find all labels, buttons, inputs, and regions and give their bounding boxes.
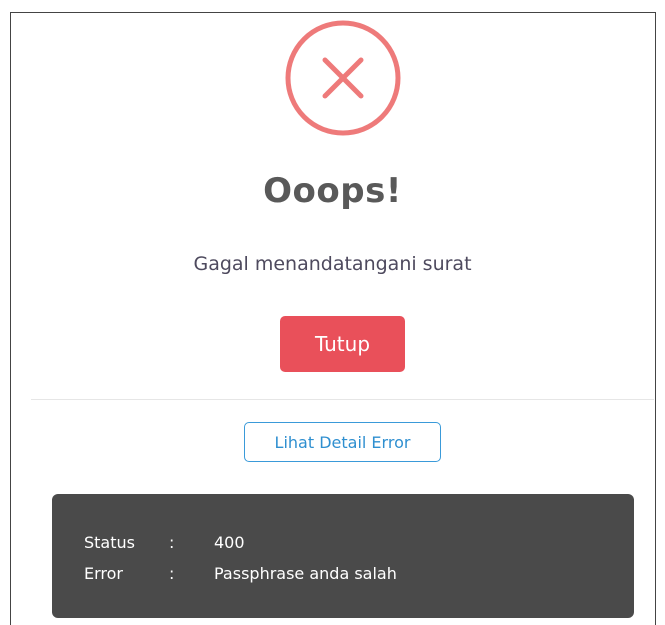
status-separator: : xyxy=(169,533,175,552)
view-error-detail-button[interactable]: Lihat Detail Error xyxy=(244,422,441,462)
close-circle-icon xyxy=(285,20,401,136)
divider xyxy=(31,399,654,400)
status-value: 400 xyxy=(214,533,245,552)
dialog-message: Gagal menandatangani surat xyxy=(193,253,472,275)
error-value: Passphrase anda salah xyxy=(214,564,397,583)
close-button[interactable]: Tutup xyxy=(280,316,405,372)
status-label: Status xyxy=(84,533,135,552)
error-separator: : xyxy=(169,564,175,583)
error-detail-panel: Status : 400 Error : Passphrase anda sal… xyxy=(52,494,634,618)
dialog-title: Ooops! xyxy=(263,171,402,211)
error-label: Error xyxy=(84,564,123,583)
